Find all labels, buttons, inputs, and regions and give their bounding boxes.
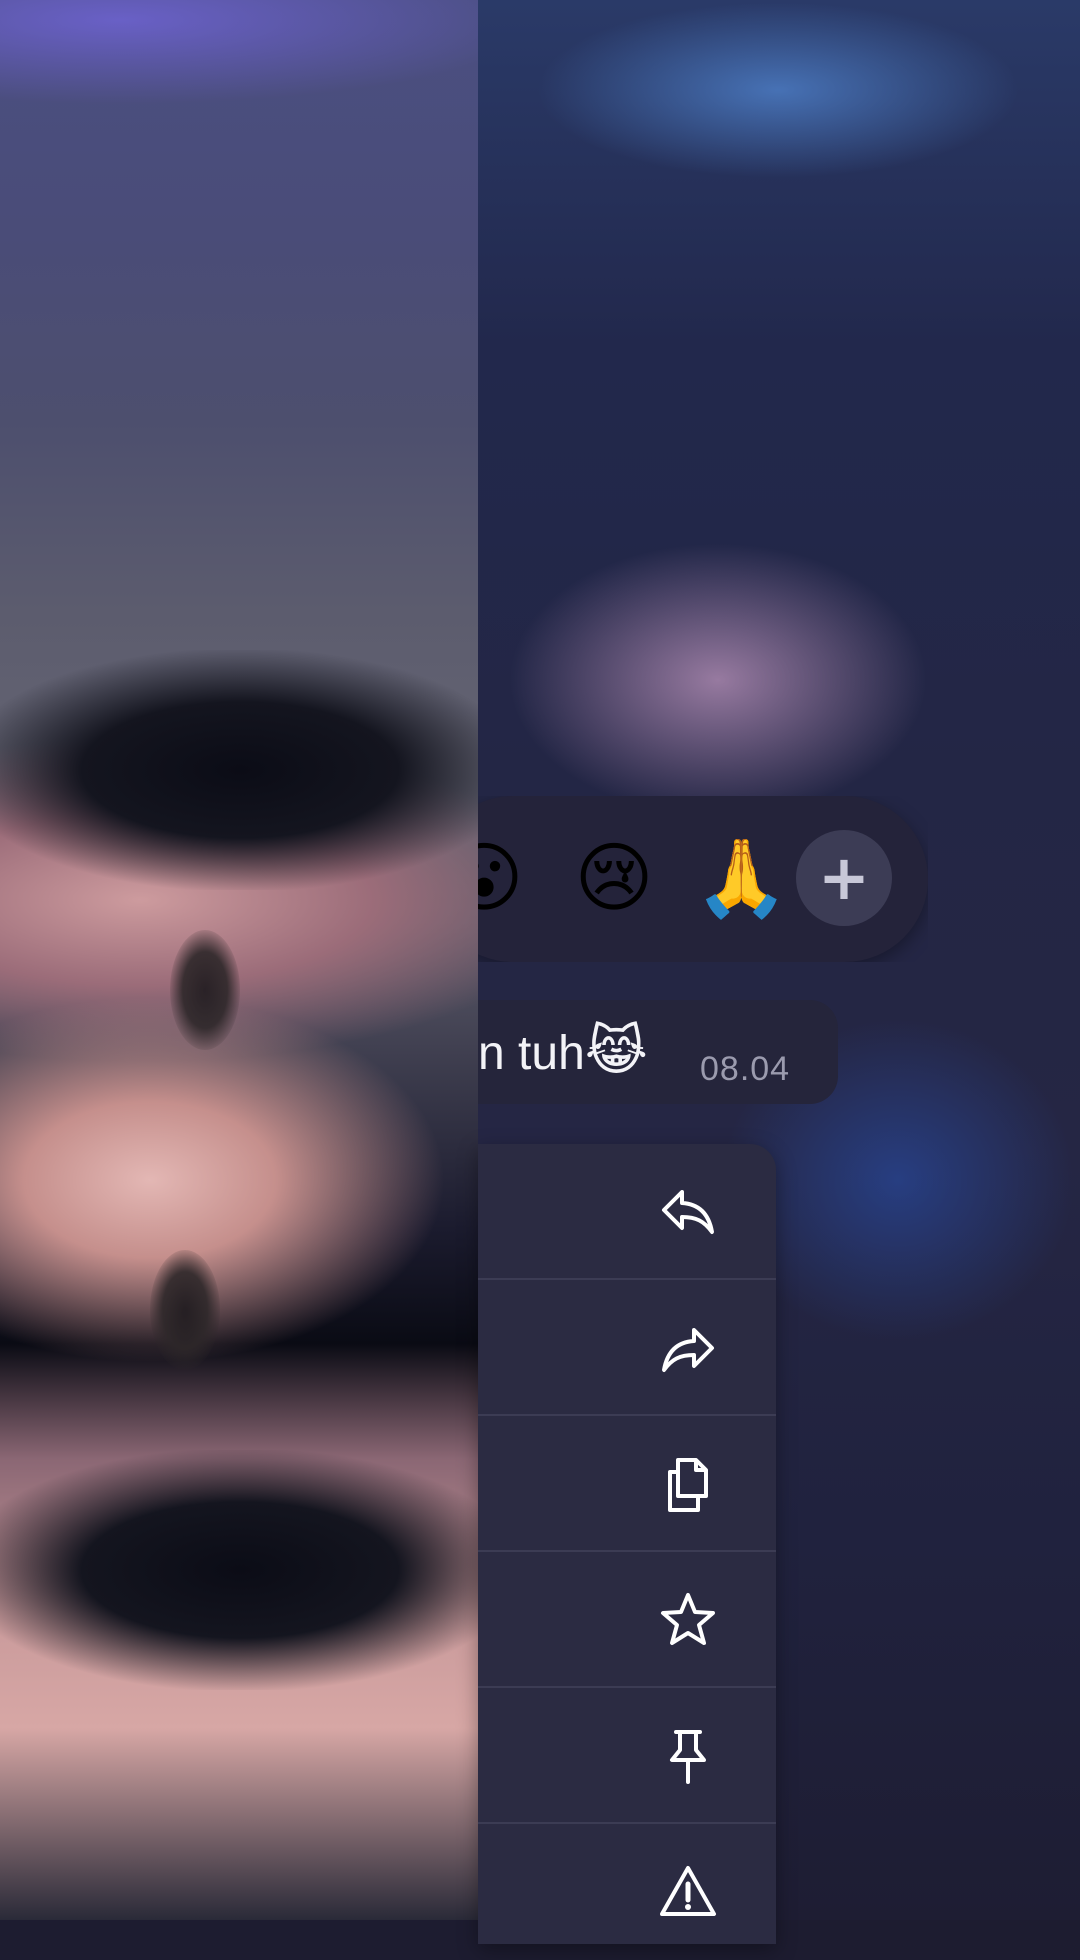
reply-icon xyxy=(662,1190,714,1234)
message-timestamp: 08.04 xyxy=(700,1050,791,1088)
message-text: n tuh xyxy=(478,1027,585,1080)
star-icon xyxy=(661,1593,715,1645)
eye-lower xyxy=(150,1250,220,1370)
message-text-line: n tuh😹 xyxy=(478,1018,648,1087)
menu-item-forward[interactable] xyxy=(478,1280,776,1416)
copy-icon xyxy=(668,1458,708,1512)
plus-icon: + xyxy=(818,841,870,914)
message-emoji: 😹 xyxy=(584,1021,648,1081)
report-icon xyxy=(660,1866,716,1916)
hair-lower xyxy=(0,1450,478,1690)
menu-item-copy[interactable] xyxy=(478,1416,776,1552)
pin-icon xyxy=(670,1730,706,1784)
camera-photo-panel xyxy=(0,0,478,1920)
menu-item-report[interactable] xyxy=(478,1824,776,1960)
reaction-crying[interactable]: 😢 xyxy=(568,835,660,923)
forward-icon xyxy=(662,1328,714,1372)
reaction-folded-hands[interactable]: 🙏 xyxy=(694,835,789,923)
menu-item-star[interactable] xyxy=(478,1552,776,1688)
more-reactions-button[interactable]: + xyxy=(796,830,892,926)
eye-upper xyxy=(170,930,240,1050)
menu-item-reply[interactable] xyxy=(478,1144,776,1280)
menu-item-pin[interactable] xyxy=(478,1688,776,1824)
hair-shadow xyxy=(0,650,478,890)
message-action-menu xyxy=(478,1144,776,1944)
